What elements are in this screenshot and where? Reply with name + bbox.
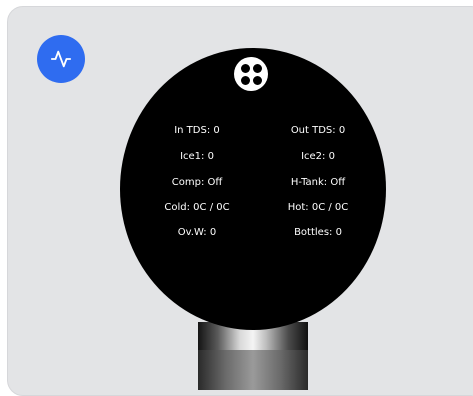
activity-pulse-icon (50, 50, 72, 68)
ice2-stat: Ice2: 0 (301, 151, 335, 162)
menu-button[interactable] (234, 57, 268, 91)
ice1-stat: Ice1: 0 (180, 151, 214, 162)
four-dots-icon (252, 63, 262, 73)
compressor-stat: Comp: Off (171, 177, 223, 188)
cold-temp-stat: Cold: 0C / 0C (164, 202, 230, 213)
hot-temp-stat: Hot: 0C / 0C (287, 202, 349, 213)
four-dots-icon (252, 75, 262, 85)
four-dots-icon (240, 75, 250, 85)
device-stand-base (198, 350, 308, 390)
activity-button[interactable] (37, 35, 85, 83)
out-tds-stat: Out TDS: 0 (290, 125, 346, 136)
in-tds-stat: In TDS: 0 (174, 125, 220, 136)
hot-tank-stat: H-Tank: Off (290, 177, 346, 188)
bottles-stat: Bottles: 0 (294, 227, 342, 238)
four-dots-icon (240, 63, 250, 73)
overflow-water-stat: Ov.W: 0 (177, 227, 217, 238)
